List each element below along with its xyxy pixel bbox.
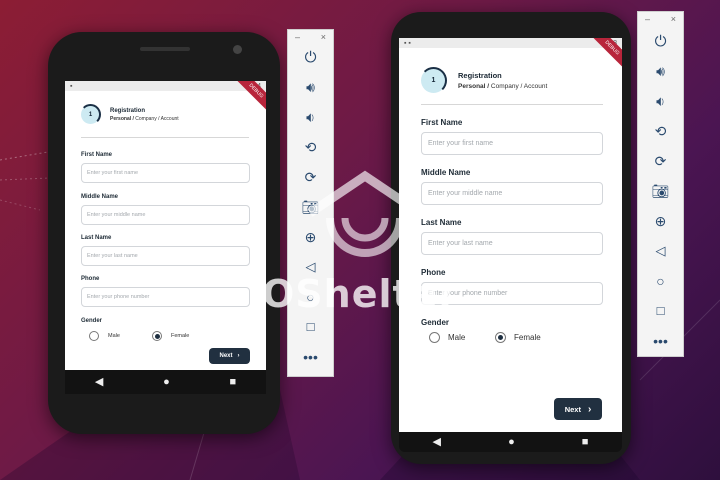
registration-title: Registration bbox=[458, 71, 502, 80]
minimize-button[interactable]: – bbox=[645, 14, 650, 24]
notification-icon: ▪ ▪ bbox=[404, 39, 411, 47]
middle-name-label: Middle Name bbox=[81, 194, 119, 200]
shelter-logo-icon bbox=[307, 170, 423, 257]
left-phone-emulator: ▪ 4:04 DEBUG 1 Registration Personal / C… bbox=[48, 32, 280, 434]
step-breadcrumb: Personal / Company / Account bbox=[110, 116, 179, 122]
gender-male-option[interactable]: Male bbox=[89, 331, 120, 341]
home-nav-icon[interactable]: ● bbox=[163, 376, 170, 388]
first-name-label: First Name bbox=[81, 152, 113, 158]
middle-name-placeholder: Enter your middle name bbox=[87, 212, 146, 218]
phone-label: Phone bbox=[81, 276, 100, 282]
close-button[interactable]: × bbox=[321, 32, 326, 42]
step-current: Personal / bbox=[110, 115, 134, 122]
zoom-in-icon[interactable]: ⊕ bbox=[638, 214, 683, 244]
status-bar: ▪ ▪ 4:08 bbox=[399, 38, 622, 48]
next-label: Next bbox=[564, 404, 581, 414]
next-button[interactable]: Next › bbox=[209, 348, 250, 364]
step-breadcrumb: Personal / Company / Account bbox=[458, 83, 547, 90]
first-name-placeholder: Enter your first name bbox=[428, 140, 493, 147]
female-label: Female bbox=[514, 333, 541, 342]
rotate-left-icon[interactable]: ⟲ bbox=[288, 140, 333, 170]
android-nav-bar: ◀ ● ■ bbox=[65, 370, 266, 394]
volume-up-icon[interactable]: 🔊︎ bbox=[638, 64, 683, 94]
toolbar-window-controls: – × bbox=[638, 12, 683, 26]
male-label: Male bbox=[448, 333, 466, 342]
chevron-right-icon: › bbox=[237, 353, 240, 359]
toolbar-window-controls: – × bbox=[288, 30, 333, 44]
female-radio[interactable] bbox=[495, 332, 506, 343]
more-icon[interactable]: ••• bbox=[638, 334, 683, 364]
watermark-text: OShelter bbox=[262, 272, 459, 316]
step-indicator: 1 bbox=[420, 67, 447, 94]
last-name-placeholder: Enter your last name bbox=[428, 240, 493, 247]
volume-up-icon[interactable]: 🔊︎ bbox=[288, 80, 333, 110]
phone-input[interactable]: Enter your phone number bbox=[81, 287, 250, 307]
gender-female-option[interactable]: Female bbox=[495, 332, 541, 343]
volume-down-icon[interactable]: 🔉︎ bbox=[638, 94, 683, 124]
gender-male-option[interactable]: Male bbox=[429, 332, 465, 343]
chevron-right-icon: › bbox=[587, 403, 592, 415]
power-icon[interactable]: ⏻ bbox=[638, 34, 683, 64]
header-divider bbox=[81, 137, 249, 138]
right-screen: ▪ ▪ 4:08 DEBUG 1 Registration Personal /… bbox=[399, 38, 622, 432]
male-radio[interactable] bbox=[89, 331, 99, 341]
middle-name-placeholder: Enter your middle name bbox=[428, 190, 503, 197]
step-current: Personal / bbox=[458, 83, 490, 90]
step-rest: Company / Account bbox=[489, 83, 548, 90]
back-nav-icon[interactable]: ◀ bbox=[433, 436, 441, 448]
middle-name-input[interactable]: Enter your middle name bbox=[421, 182, 603, 205]
step-rest: Company / Account bbox=[133, 115, 179, 122]
last-name-input[interactable]: Enter your last name bbox=[421, 232, 603, 255]
gender-female-option[interactable]: Female bbox=[152, 331, 189, 341]
last-name-placeholder: Enter your last name bbox=[87, 253, 138, 259]
male-radio[interactable] bbox=[429, 332, 440, 343]
rotate-left-icon[interactable]: ⟲ bbox=[638, 124, 683, 154]
gender-label: Gender bbox=[421, 318, 450, 327]
camera-icon[interactable]: 📷︎ bbox=[638, 184, 683, 214]
volume-down-icon[interactable]: 🔉︎ bbox=[288, 110, 333, 140]
home-icon[interactable]: ○ bbox=[638, 274, 683, 304]
step-progress-arc bbox=[80, 104, 101, 125]
back-nav-icon[interactable]: ◀ bbox=[95, 376, 103, 388]
header-divider bbox=[421, 104, 603, 105]
female-label: Female bbox=[171, 333, 190, 339]
first-name-input[interactable]: Enter your first name bbox=[421, 132, 603, 155]
registration-header: 1 Registration Personal / Company / Acco… bbox=[80, 104, 179, 125]
registration-title: Registration bbox=[110, 107, 146, 114]
front-camera bbox=[233, 45, 242, 54]
left-screen: ▪ 4:04 DEBUG 1 Registration Personal / C… bbox=[65, 81, 266, 381]
minimize-button[interactable]: – bbox=[295, 32, 300, 42]
first-name-label: First Name bbox=[421, 118, 463, 127]
next-label: Next bbox=[219, 353, 233, 359]
android-nav-bar: ◀ ● ■ bbox=[399, 432, 622, 452]
close-button[interactable]: × bbox=[671, 14, 676, 24]
rotate-right-icon[interactable]: ⟳ bbox=[638, 154, 683, 184]
last-name-input[interactable]: Enter your last name bbox=[81, 246, 250, 266]
male-label: Male bbox=[108, 333, 120, 339]
registration-header: 1 Registration Personal / Company / Acco… bbox=[420, 67, 547, 94]
notification-icon: ▪ bbox=[70, 82, 73, 90]
overview-icon[interactable]: □ bbox=[288, 320, 333, 350]
more-icon[interactable]: ••• bbox=[288, 350, 333, 380]
overview-icon[interactable]: □ bbox=[638, 304, 683, 334]
home-nav-icon[interactable]: ● bbox=[508, 436, 515, 448]
status-bar: ▪ 4:04 bbox=[65, 81, 266, 91]
recents-nav-icon[interactable]: ■ bbox=[229, 376, 236, 388]
earpiece bbox=[140, 47, 190, 51]
back-icon[interactable]: ◁ bbox=[638, 244, 683, 274]
middle-name-input[interactable]: Enter your middle name bbox=[81, 205, 250, 225]
gender-label: Gender bbox=[81, 318, 103, 324]
female-radio[interactable] bbox=[152, 331, 162, 341]
power-icon[interactable]: ⏻ bbox=[288, 50, 333, 80]
recents-nav-icon[interactable]: ■ bbox=[582, 436, 589, 448]
next-button[interactable]: Next › bbox=[554, 398, 602, 420]
phone-placeholder: Enter your phone number bbox=[87, 294, 150, 300]
right-emulator-toolbar: – × ⏻ 🔊︎ 🔉︎ ⟲ ⟳ 📷︎ ⊕ ◁ ○ □ ••• bbox=[637, 11, 684, 357]
first-name-input[interactable]: Enter your first name bbox=[81, 163, 250, 183]
toolbar-icons: ⏻ 🔊︎ 🔉︎ ⟲ ⟳ 📷︎ ⊕ ◁ ○ □ ••• bbox=[638, 34, 683, 364]
step-progress-arc bbox=[420, 67, 447, 94]
step-indicator: 1 bbox=[80, 104, 101, 125]
first-name-placeholder: Enter your first name bbox=[87, 170, 139, 176]
last-name-label: Last Name bbox=[81, 235, 112, 241]
